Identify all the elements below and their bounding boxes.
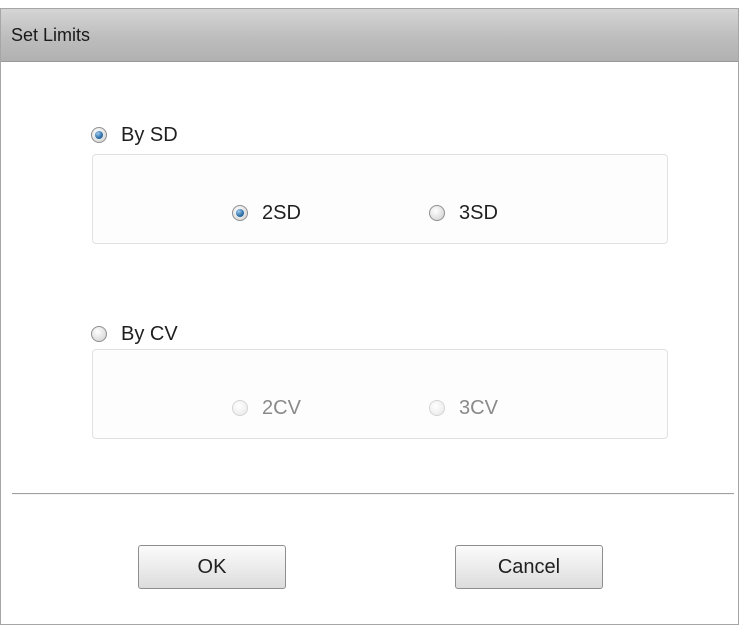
option-2cv-label: 2CV [262, 396, 301, 419]
cancel-button[interactable]: Cancel [455, 545, 603, 589]
option-2cv-radio[interactable]: 2CV [232, 396, 301, 420]
option-3cv-label: 3CV [459, 396, 498, 419]
by-sd-radio[interactable]: By SD [91, 123, 178, 147]
dialog-titlebar[interactable]: Set Limits [1, 9, 738, 62]
set-limits-dialog: Set Limits By SD 2SD 3SD By CV 2CV 3CV O… [0, 8, 739, 625]
option-2sd-label: 2SD [262, 201, 301, 224]
by-sd-radio-icon[interactable] [91, 127, 107, 143]
by-cv-radio[interactable]: By CV [91, 322, 178, 346]
option-3cv-radio[interactable]: 3CV [429, 396, 498, 420]
option-3cv-radio-icon[interactable] [429, 400, 445, 416]
by-sd-label: By SD [121, 123, 178, 146]
option-2sd-radio[interactable]: 2SD [232, 201, 301, 225]
dialog-title: Set Limits [11, 25, 91, 45]
option-2cv-radio-icon[interactable] [232, 400, 248, 416]
option-2sd-radio-icon[interactable] [232, 205, 248, 221]
by-cv-label: By CV [121, 322, 178, 345]
by-cv-radio-icon[interactable] [91, 326, 107, 342]
option-3sd-radio[interactable]: 3SD [429, 201, 498, 225]
option-3sd-label: 3SD [459, 201, 498, 224]
cv-options-group: 2CV 3CV [92, 349, 668, 439]
button-separator [12, 493, 734, 495]
sd-options-group: 2SD 3SD [92, 154, 668, 244]
ok-button[interactable]: OK [138, 545, 286, 589]
option-3sd-radio-icon[interactable] [429, 205, 445, 221]
